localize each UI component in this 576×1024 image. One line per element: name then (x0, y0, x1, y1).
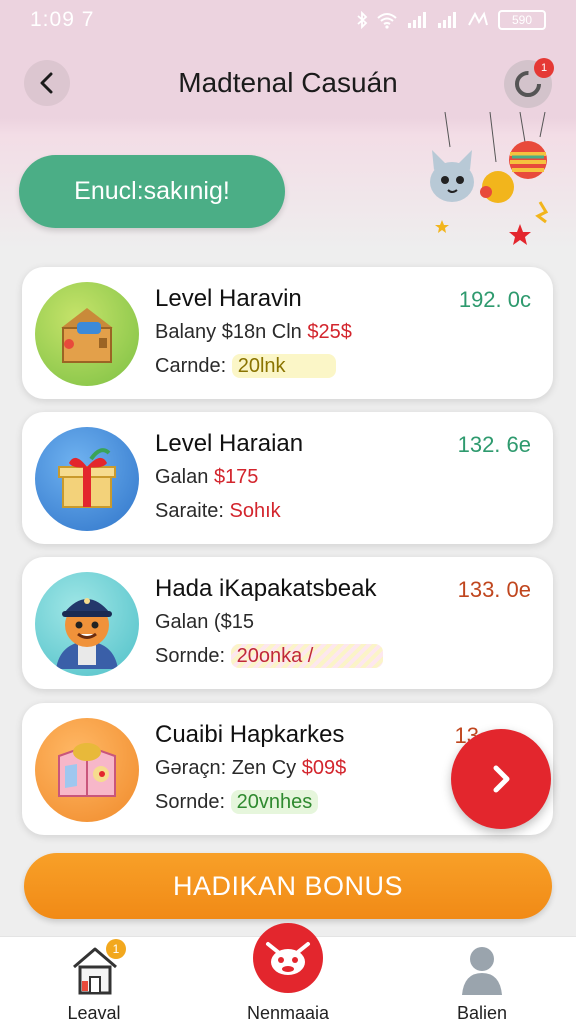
hanging-ornaments-decoration (430, 112, 549, 245)
treasure-box-icon (35, 282, 139, 386)
card-code-line: Sornde: 20vnhes (155, 790, 319, 814)
card-balance-line: Balany $18n Cln $25$ (155, 321, 352, 344)
card-code-line: Saraite: Sohık (155, 500, 281, 523)
level-card[interactable]: Level Haravin 192. 0c Balany $18n Cln $2… (22, 267, 553, 399)
card-title: Hada iKapakatsbeak (155, 575, 377, 602)
signal-icon (438, 12, 456, 28)
card-code-tag: 20onka / (230, 644, 384, 668)
card-value: 133. 0e (457, 577, 531, 602)
chevron-right-icon (493, 765, 510, 793)
nav-label: Nenmaaia (246, 1003, 330, 1023)
card-balance-line: Galan $175 (155, 466, 258, 489)
battery-indicator: 590 (498, 10, 546, 30)
card-balance-line: Galan ($15 (155, 611, 254, 634)
treasure-box-graphic (61, 308, 113, 363)
card-balance-label: Galan (155, 466, 214, 488)
back-button[interactable] (24, 60, 70, 106)
gift-box-graphic (58, 448, 116, 508)
notification-badge: 1 (534, 58, 554, 78)
unlock-button[interactable]: Enucl:sakınig! (19, 155, 285, 228)
cow-face-icon (253, 923, 323, 993)
card-balance-amount: $09$ (301, 757, 347, 779)
toy-box-graphic (58, 743, 116, 797)
card-code-label: Sornde: (155, 645, 231, 667)
card-balance-label: Galan ($15 (155, 611, 254, 633)
bluetooth-icon (357, 11, 368, 29)
app-header: Madtenal Casuán 1 (0, 52, 576, 114)
card-balance-amount: $25$ (307, 321, 352, 343)
page-title: Madtenal Casuán (178, 67, 398, 98)
status-time: 1:09 7 (30, 8, 95, 31)
card-title: Cuaibi Hapkarkes (155, 721, 345, 748)
card-code-label: Carnde: (155, 355, 232, 377)
card-code-line: Carnde: 20lnk (155, 354, 336, 378)
nav-badge: 1 (106, 939, 126, 959)
card-code-label: Saraite: (155, 500, 230, 522)
card-balance-label: Balany $18n Cln (155, 321, 308, 343)
card-title: Level Haraian (155, 430, 304, 457)
level-card[interactable]: Hada iKapakatsbeak 133. 0e Galan ($15 So… (22, 557, 553, 689)
refresh-button[interactable]: 1 (504, 58, 554, 108)
chevron-left-icon (40, 72, 53, 94)
nfc-icon (468, 11, 488, 26)
card-code-line: Sornde: 20onka / (155, 644, 384, 668)
card-balance-line: Gəraçn: Zen Cy $09$ (155, 757, 346, 780)
status-bar: 1:09 7 590 (0, 0, 576, 40)
gift-box-icon (35, 427, 139, 531)
nav-label: Balien (456, 1003, 508, 1023)
card-code-tag: 20vnhes (230, 790, 319, 814)
wifi-icon (377, 13, 397, 29)
nav-label: Leaval (67, 1003, 121, 1023)
card-code-label: Sornde: (155, 791, 231, 813)
battery-level: 590 (511, 13, 533, 27)
nav-item-center[interactable]: Nenmaaia (218, 923, 358, 1024)
bottom-navigation: 1 Leaval Nenmaaia Balien (0, 923, 576, 1024)
bonus-button-label: HADIKAN BONUS (172, 870, 404, 901)
nav-item-profile[interactable]: Balien (412, 937, 552, 1024)
pilot-character-graphic (56, 598, 118, 669)
card-code-tag: Sohık (229, 500, 281, 522)
user-icon (462, 947, 502, 995)
unlock-button-label: Enucl:sakınig! (74, 177, 230, 205)
cow-face-graphic (266, 942, 310, 975)
toy-box-icon (35, 718, 139, 822)
status-icons: 590 (356, 10, 546, 30)
card-value: 132. 6e (457, 432, 531, 457)
next-fab-button[interactable] (451, 729, 551, 829)
card-balance-amount: $175 (213, 466, 259, 488)
card-code-tag: 20lnk (231, 354, 336, 378)
nav-item-level[interactable]: 1 Leaval (24, 937, 164, 1024)
signal-icon (408, 12, 426, 28)
bonus-button[interactable]: HADIKAN BONUS (24, 853, 552, 919)
pilot-character-icon (35, 572, 139, 676)
card-balance-label: Gəraçn: Zen Cy (155, 757, 302, 779)
level-card[interactable]: Level Haraian 132. 6e Galan $175 Saraite… (22, 412, 553, 544)
card-title: Level Haravin (155, 285, 302, 312)
card-value: 192. 0c (458, 287, 531, 312)
